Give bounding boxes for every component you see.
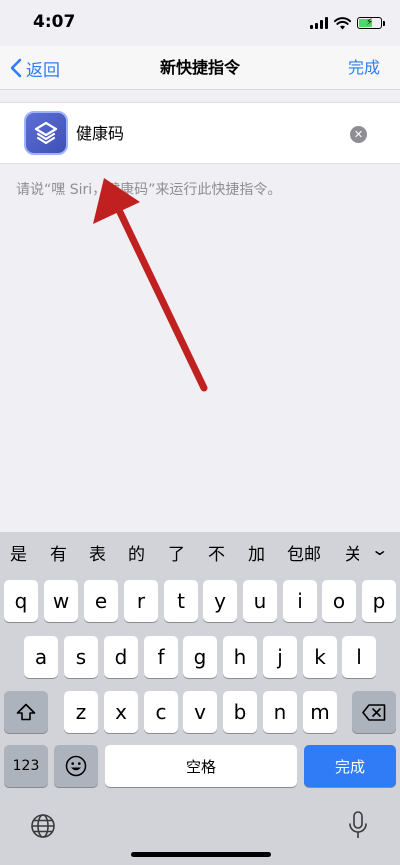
key[interactable]: a: [24, 636, 58, 678]
keyboard: 是 有 表 的 了 不 加 包邮 关 ⌄ q w e r t y u i o p…: [0, 532, 400, 865]
key[interactable]: h: [223, 636, 257, 678]
key[interactable]: q: [4, 580, 38, 622]
numbers-key[interactable]: 123: [4, 745, 48, 787]
key[interactable]: z: [64, 691, 98, 733]
key[interactable]: f: [144, 636, 178, 678]
candidate-word[interactable]: 是: [10, 544, 27, 566]
key[interactable]: g: [183, 636, 217, 678]
key[interactable]: o: [322, 580, 356, 622]
key[interactable]: l: [342, 636, 376, 678]
globe-icon[interactable]: [30, 813, 56, 839]
siri-hint-text: 请说“嘿 Siri，健康码”来运行此快捷指令。: [16, 182, 282, 198]
key[interactable]: c: [144, 691, 178, 733]
candidate-word[interactable]: 有: [50, 544, 67, 566]
key[interactable]: p: [362, 580, 396, 622]
candidate-word[interactable]: 关: [345, 544, 359, 566]
battery-charging-icon: ⚡: [357, 17, 385, 29]
done-button[interactable]: 完成: [348, 46, 380, 90]
candidate-word[interactable]: 的: [128, 544, 145, 566]
clear-text-button[interactable]: ✕: [350, 126, 367, 143]
shortcut-name-row: 健康码 ✕: [0, 102, 400, 164]
candidate-word[interactable]: 表: [89, 544, 106, 566]
key[interactable]: n: [263, 691, 297, 733]
key[interactable]: t: [164, 580, 198, 622]
shift-key[interactable]: [4, 691, 48, 733]
backspace-icon: [362, 703, 386, 721]
candidate-word[interactable]: 包邮: [287, 544, 321, 566]
home-indicator: [131, 852, 271, 857]
page-title: 新快捷指令: [159, 58, 240, 77]
key[interactable]: u: [243, 580, 277, 622]
key[interactable]: y: [203, 580, 237, 622]
key[interactable]: m: [303, 691, 337, 733]
candidate-word[interactable]: 了: [168, 544, 185, 566]
delete-key[interactable]: [352, 691, 396, 733]
shortcut-name-input[interactable]: 健康码: [76, 123, 124, 145]
key[interactable]: w: [44, 580, 78, 622]
key[interactable]: x: [104, 691, 138, 733]
status-time: 4:07: [33, 12, 76, 32]
shortcuts-layers-icon[interactable]: [24, 111, 68, 155]
key[interactable]: d: [104, 636, 138, 678]
key[interactable]: s: [64, 636, 98, 678]
cellular-signal-icon: [310, 17, 328, 29]
status-icons: ⚡: [310, 15, 385, 31]
space-key[interactable]: 空格: [105, 745, 297, 787]
key[interactable]: j: [263, 636, 297, 678]
key[interactable]: k: [303, 636, 337, 678]
return-done-key[interactable]: 完成: [304, 745, 396, 787]
emoji-icon: [65, 755, 87, 777]
navigation-bar: 返回 新快捷指令 完成: [0, 46, 400, 90]
candidate-word[interactable]: 不: [208, 544, 225, 566]
status-bar: 4:07 ⚡: [0, 0, 400, 46]
key[interactable]: r: [124, 580, 158, 622]
key[interactable]: v: [183, 691, 217, 733]
microphone-icon[interactable]: [348, 811, 368, 841]
key[interactable]: i: [283, 580, 317, 622]
candidate-word[interactable]: 加: [248, 544, 265, 566]
key[interactable]: b: [223, 691, 257, 733]
key[interactable]: e: [84, 580, 118, 622]
shift-arrow-icon: [16, 703, 36, 721]
chevron-down-icon[interactable]: ⌄: [370, 540, 389, 559]
candidate-bar: 是 有 表 的 了 不 加 包邮 关 ⌄: [0, 532, 400, 576]
emoji-key[interactable]: [54, 745, 98, 787]
wifi-icon: [334, 16, 351, 29]
